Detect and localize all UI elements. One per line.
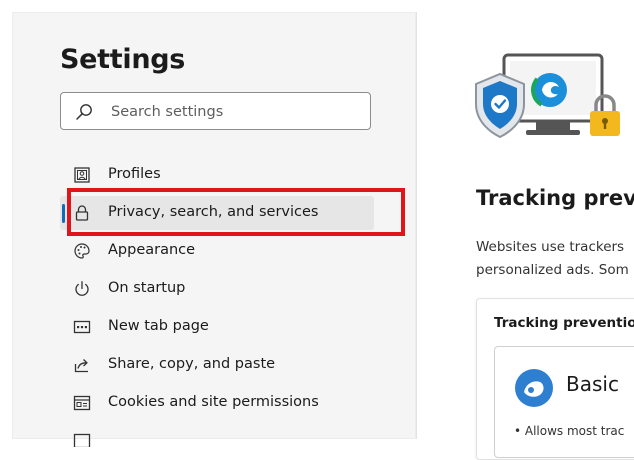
tracking-prevention-title: Tracking preve — [476, 186, 634, 210]
basic-option-description: • Allows most trac — [514, 424, 625, 438]
new-tab-icon — [73, 320, 91, 334]
tracking-description: Websites use trackers personalized ads. … — [476, 236, 634, 282]
sidebar-item-on-startup[interactable]: On startup — [60, 272, 374, 306]
search-box[interactable] — [60, 92, 371, 131]
shield-icon — [475, 72, 525, 139]
sidebar-item-label: Cookies and site permissions — [108, 394, 319, 410]
basic-option-icon — [515, 369, 553, 407]
power-icon — [75, 281, 89, 296]
sidebar-item-share-copy-paste[interactable]: Share, copy, and paste — [60, 348, 374, 382]
sidebar-item-partial[interactable] — [60, 424, 374, 447]
share-icon — [74, 359, 88, 373]
description-line: Websites use trackers — [476, 239, 625, 255]
sidebar-item-label: Appearance — [108, 242, 196, 258]
search-icon — [76, 104, 92, 120]
sidebar-item-cookies-permissions[interactable]: Cookies and site permissions — [60, 386, 374, 420]
default-browser-icon — [73, 433, 91, 447]
settings-title: Settings — [60, 44, 186, 75]
privacy-illustration — [475, 53, 620, 139]
sidebar-item-new-tab-page[interactable]: New tab page — [60, 310, 374, 344]
search-input[interactable] — [109, 93, 363, 131]
palette-icon — [74, 243, 90, 259]
card-title: Tracking preventio — [494, 315, 634, 331]
profile-icon — [74, 167, 90, 183]
sidebar-item-label: Share, copy, and paste — [108, 356, 276, 372]
highlight-annotation — [67, 188, 405, 236]
sidebar-item-profiles[interactable]: Profiles — [60, 158, 374, 192]
sidebar-item-appearance[interactable]: Appearance — [60, 234, 374, 268]
cookies-icon — [73, 395, 91, 411]
description-line: personalized ads. Som — [476, 262, 629, 278]
sidebar-item-label: New tab page — [108, 318, 209, 334]
basic-option-label: Basic — [566, 372, 619, 396]
sidebar-item-label: On startup — [108, 280, 186, 296]
selected-indicator — [62, 204, 65, 223]
sidebar-item-label: Profiles — [108, 166, 161, 182]
